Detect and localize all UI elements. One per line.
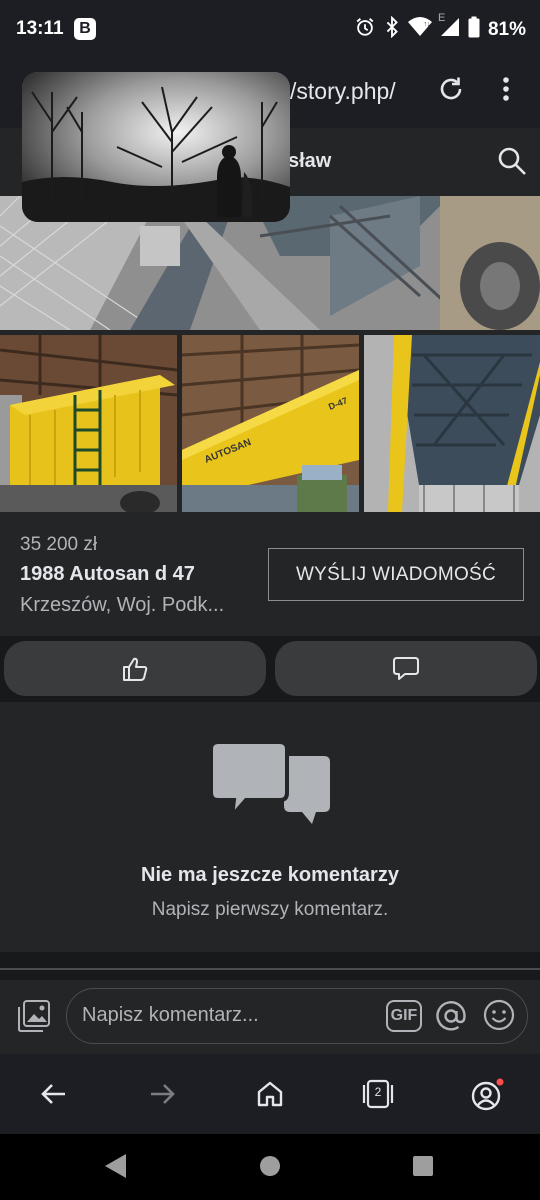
empty-comments-subtitle: Napisz pierwszy komentarz.: [151, 899, 389, 920]
signal-icon: E: [438, 12, 460, 42]
home-button[interactable]: [254, 1078, 286, 1110]
search-button[interactable]: [496, 145, 528, 177]
listing-photo-trailer-side[interactable]: AUTOSAN D-47: [182, 335, 359, 512]
search-icon: [498, 147, 526, 175]
listing-title: 1988 Autosan d 47: [20, 563, 195, 585]
tab-count: 2: [374, 1085, 382, 1099]
reload-icon: [440, 77, 462, 100]
back-icon: [41, 1084, 65, 1104]
mention-icon: [436, 1001, 466, 1031]
app-badge: B: [74, 18, 96, 40]
status-time: 13:11: [16, 18, 64, 39]
system-navigation-bar: [0, 1134, 540, 1200]
forward-icon: [151, 1084, 175, 1104]
comment-button[interactable]: [275, 641, 537, 696]
chat-bubbles-icon: [208, 738, 332, 824]
menu-button[interactable]: [494, 74, 518, 104]
wifi-icon: ↑↓: [407, 17, 432, 42]
comment-icon: [393, 656, 419, 680]
comment-placeholder: Napisz komentarz...: [82, 1004, 259, 1026]
listing-location: Krzeszów, Woj. Podk...: [20, 594, 225, 616]
battery-percentage: 81%: [487, 18, 526, 40]
system-recents-icon[interactable]: [413, 1156, 433, 1176]
listing-price: 35 200 zł: [20, 534, 98, 555]
account-button[interactable]: [470, 1078, 504, 1111]
forward-button[interactable]: [146, 1078, 178, 1110]
divider: [0, 968, 540, 970]
account-icon: [471, 1078, 504, 1111]
send-message-button[interactable]: WYŚLIJ WIADOMOŚĆ: [268, 548, 524, 601]
alarm-icon: [354, 16, 376, 43]
section-gap: [0, 952, 540, 980]
status-bar: 13:11 B ↑↓ E 81%: [0, 0, 540, 58]
add-photo-button[interactable]: [16, 998, 52, 1034]
signal-label: E: [437, 12, 446, 24]
like-icon: [123, 657, 148, 681]
menu-icon: [503, 77, 509, 101]
gif-button[interactable]: GIF: [386, 1000, 422, 1032]
emoji-icon: [483, 999, 515, 1031]
emoji-button[interactable]: [483, 999, 515, 1031]
system-home-icon[interactable]: [260, 1156, 280, 1176]
tabs-button[interactable]: 2: [361, 1078, 394, 1110]
url-text[interactable]: /story.php/: [290, 78, 396, 105]
picture-in-picture-video[interactable]: [22, 72, 290, 222]
listing-photo-yellow-trailer[interactable]: [0, 335, 177, 512]
empty-comments-title: Nie ma jeszcze komentarzy: [141, 864, 399, 886]
svg-text:↑↓: ↑↓: [423, 21, 430, 28]
listing-info: 35 200 zł 1988 Autosan d 47 Krzeszów, Wo…: [0, 512, 540, 636]
listing-photo-underside[interactable]: [364, 335, 540, 512]
bluetooth-icon: [384, 15, 400, 43]
header-title: sław: [288, 150, 332, 172]
reload-button[interactable]: [436, 74, 466, 104]
mention-button[interactable]: [434, 999, 468, 1033]
like-button[interactable]: [4, 641, 266, 696]
system-back-icon[interactable]: [105, 1154, 126, 1178]
battery-icon: [468, 16, 480, 43]
home-icon: [257, 1081, 283, 1107]
status-indicators: ↑↓ E 81%: [354, 12, 526, 43]
back-button[interactable]: [38, 1078, 70, 1110]
photo-icon: [18, 1000, 50, 1032]
